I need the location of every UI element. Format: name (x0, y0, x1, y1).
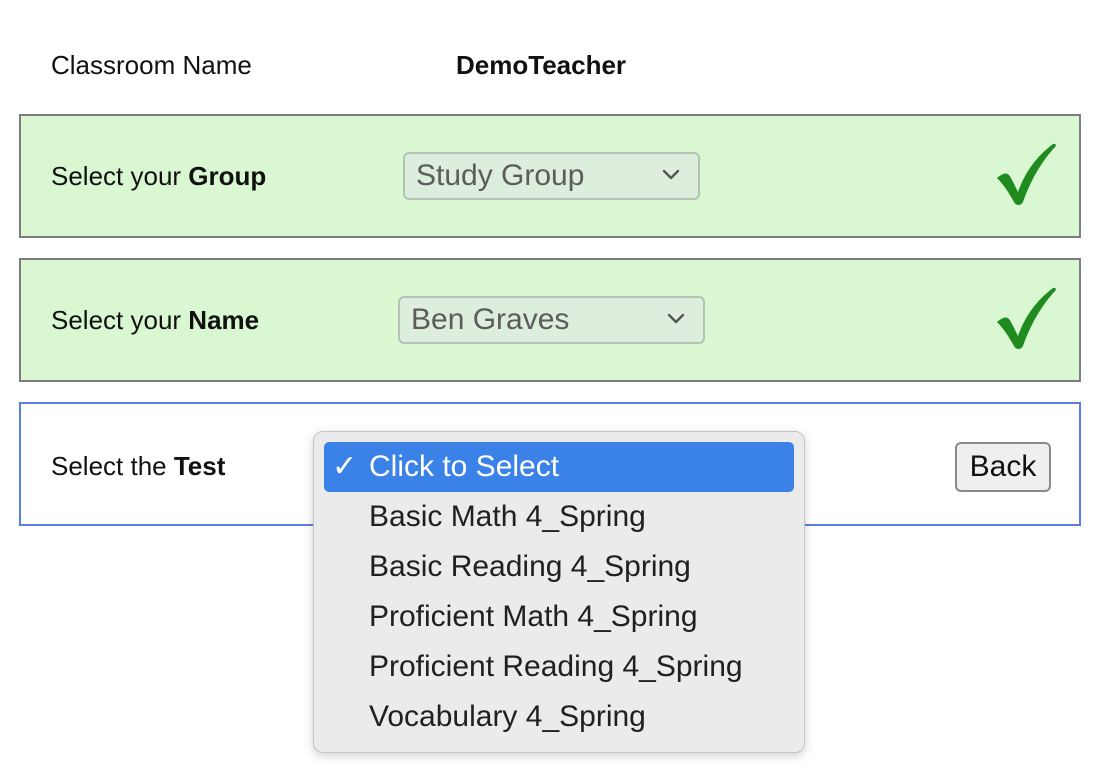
test-label-prefix: Select the (51, 451, 174, 481)
dropdown-option-proficient-math[interactable]: Proficient Math 4_Spring (324, 592, 794, 642)
group-label-bold: Group (188, 161, 267, 191)
group-panel: Select your Group Study Group (19, 114, 1081, 238)
name-label: Select your Name (51, 303, 259, 337)
dropdown-option-click-to-select[interactable]: ✓ Click to Select (324, 442, 794, 492)
back-button[interactable]: Back (955, 442, 1051, 492)
dropdown-option-basic-math[interactable]: Basic Math 4_Spring (324, 492, 794, 542)
chevron-down-icon (667, 298, 689, 342)
dropdown-option-label: Basic Reading 4_Spring (369, 550, 691, 583)
checkmark-icon (995, 142, 1059, 208)
classroom-name-label: Classroom Name (51, 50, 252, 80)
group-label: Select your Group (51, 159, 266, 193)
dropdown-option-label: Proficient Reading 4_Spring (369, 650, 743, 683)
dropdown-option-label: Basic Math 4_Spring (369, 500, 646, 533)
test-label: Select the Test (51, 449, 225, 483)
dropdown-option-label: Proficient Math 4_Spring (369, 600, 698, 633)
name-label-bold: Name (188, 305, 260, 335)
dropdown-option-basic-reading[interactable]: Basic Reading 4_Spring (324, 542, 794, 592)
name-panel: Select your Name Ben Graves (19, 258, 1081, 382)
checkmark-icon (995, 286, 1059, 352)
name-select[interactable]: Ben Graves (398, 296, 705, 344)
test-dropdown-list: ✓ Click to Select Basic Math 4_Spring Ba… (313, 431, 805, 753)
name-select-value: Ben Graves (411, 303, 570, 336)
classroom-row: Classroom Name DemoTeacher (51, 48, 751, 82)
test-selection-page: Classroom Name DemoTeacher Select your G… (0, 0, 1096, 784)
group-select-value: Study Group (416, 159, 585, 192)
name-label-prefix: Select your (51, 305, 189, 335)
group-label-prefix: Select your (51, 161, 189, 191)
test-label-bold: Test (173, 451, 226, 481)
group-select[interactable]: Study Group (403, 152, 700, 200)
dropdown-option-label: Click to Select (369, 450, 560, 483)
selected-check-icon: ✓ (332, 450, 358, 483)
classroom-name-value: DemoTeacher (456, 50, 627, 80)
dropdown-option-label: Vocabulary 4_Spring (369, 700, 646, 733)
chevron-down-icon (662, 154, 684, 198)
dropdown-option-proficient-reading[interactable]: Proficient Reading 4_Spring (324, 642, 794, 692)
dropdown-option-vocabulary[interactable]: Vocabulary 4_Spring (324, 692, 794, 742)
